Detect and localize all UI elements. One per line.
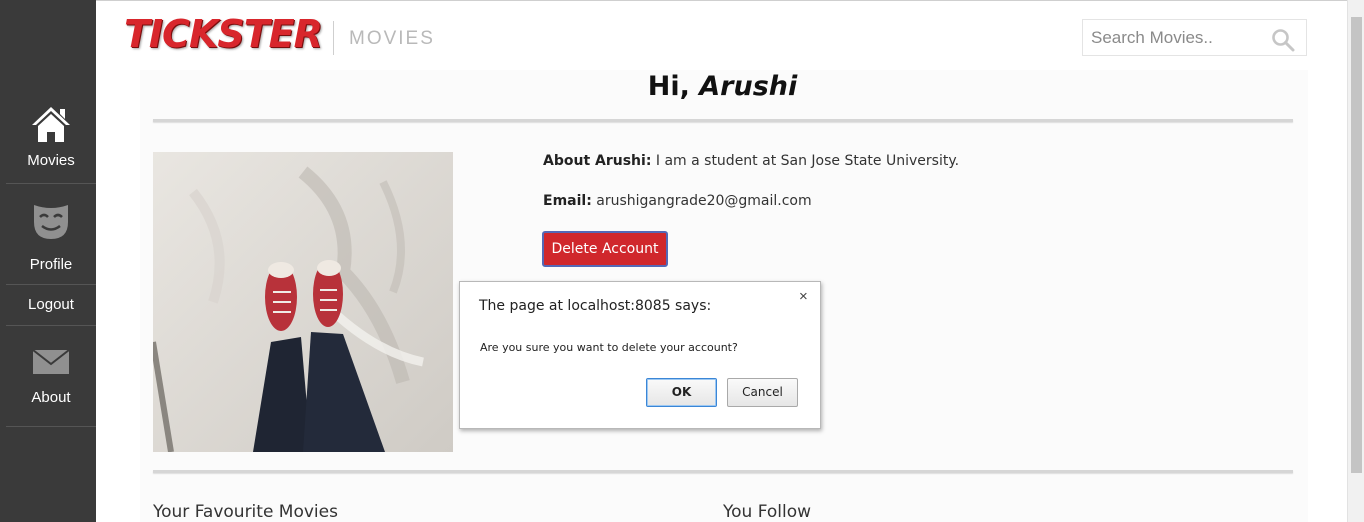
logo[interactable]: TICKSTER (124, 12, 323, 56)
sidebar-item-movies[interactable]: Movies (6, 98, 96, 184)
email-label: Email: (543, 193, 592, 209)
dialog-message: Are you sure you want to delete your acc… (480, 341, 738, 354)
greeting-prefix: Hi, (647, 71, 690, 102)
follow-heading: You Follow (723, 502, 812, 522)
sidebar-item-about[interactable]: About (6, 327, 96, 427)
sidebar-item-label: About (31, 389, 71, 406)
mask-icon (34, 205, 68, 239)
top-border (96, 0, 1364, 1)
section-title: MOVIES (349, 28, 435, 49)
confirm-dialog: The page at localhost:8085 says: × Are y… (459, 281, 821, 429)
page-title: Hi, Arushi (0, 70, 1364, 104)
sidebar-item-profile[interactable]: Profile (6, 185, 96, 285)
sidebar-item-label: Logout (28, 296, 74, 313)
email-line: Email: arushigangrade20@gmail.com (543, 193, 812, 209)
user-name: Arushi (699, 71, 798, 102)
favourites-heading: Your Favourite Movies (153, 502, 338, 522)
about-label: About Arushi: (543, 153, 652, 169)
about-line: About Arushi: I am a student at San Jose… (543, 153, 959, 169)
home-icon (32, 107, 70, 142)
ok-button[interactable]: OK (646, 378, 717, 407)
header-divider (333, 21, 334, 55)
scrollbar-thumb[interactable] (1351, 17, 1362, 473)
divider (153, 470, 1293, 473)
divider (153, 119, 1293, 122)
scrollbar[interactable] (1347, 0, 1364, 522)
email-value: arushigangrade20@gmail.com (596, 193, 812, 209)
envelope-icon (32, 349, 70, 374)
close-icon[interactable]: × (799, 288, 808, 305)
delete-account-button[interactable]: Delete Account (542, 231, 668, 267)
dialog-title: The page at localhost:8085 says: (479, 298, 712, 314)
sidebar-item-label: Movies (27, 152, 75, 169)
about-text: I am a student at San Jose State Univers… (655, 153, 960, 169)
sidebar-item-logout[interactable]: Logout (6, 286, 96, 326)
cancel-button[interactable]: Cancel (727, 378, 798, 407)
search-box (1082, 19, 1307, 56)
search-icon[interactable] (1271, 28, 1295, 52)
search-input[interactable] (1091, 26, 1261, 50)
profile-photo (153, 152, 453, 452)
sidebar-item-label: Profile (29, 256, 73, 273)
